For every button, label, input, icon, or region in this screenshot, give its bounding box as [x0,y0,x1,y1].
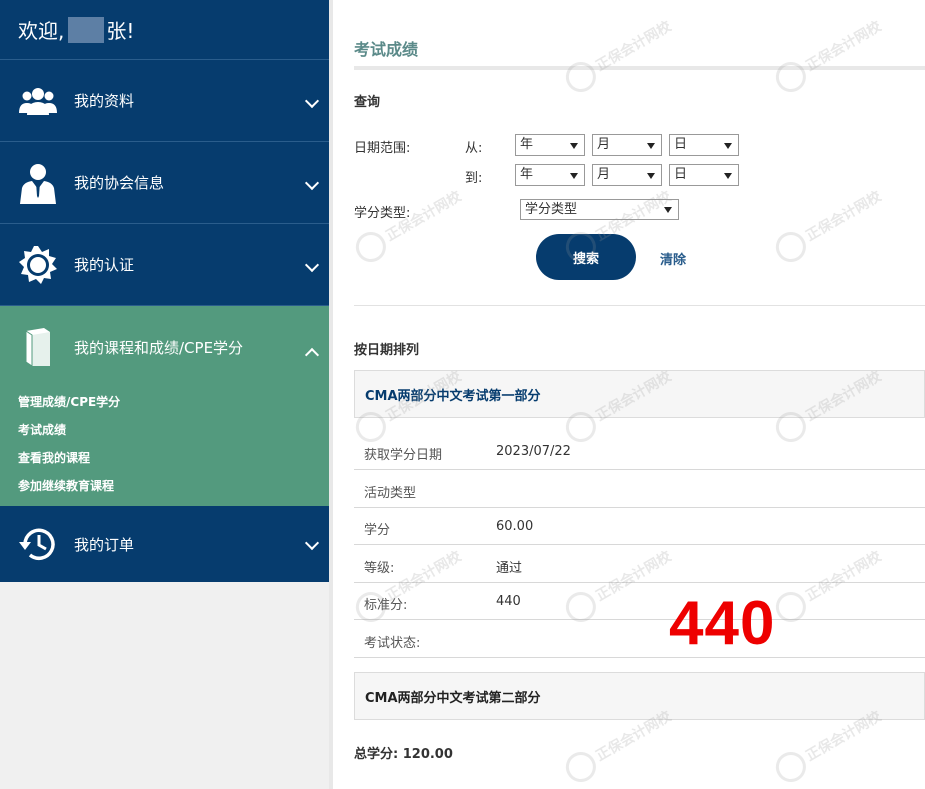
nav-courses-credits[interactable]: 我的课程和成绩/CPE学分 [0,306,329,388]
row-value: 440 [496,594,521,609]
row-key: 获取学分日期 [364,448,443,463]
page-title: 考试成绩 [354,40,419,59]
exam-header-part2[interactable]: CMA两部分中文考试第二部分 [354,672,925,720]
from-label: 从: [465,141,483,156]
total-credits: 总学分: 120.00 [354,747,453,762]
welcome-suffix: 张! [106,19,135,43]
row-value: 通过 [496,561,523,576]
row-value: 2023/07/22 [496,444,571,459]
nav-label: 我的协会信息 [74,174,165,192]
to-day-select[interactable]: 日 [669,164,739,186]
badge-icon [18,245,58,285]
history-icon [18,524,58,564]
chevron-down-icon [304,535,320,551]
from-day-select[interactable]: 日 [669,134,739,156]
row-value: 60.00 [496,519,534,534]
nav-label: 我的课程和成绩/CPE学分 [74,338,244,357]
welcome-bar: 欢迎, 张! [0,0,329,60]
to-year-select[interactable]: 年 [515,164,585,186]
row-key: 标准分: [364,598,408,613]
to-month-select[interactable]: 月 [592,164,662,186]
credit-type-select[interactable]: 学分类型 [520,199,679,220]
row-key: 学分 [364,523,391,538]
row-key: 活动类型 [364,486,417,501]
exam-row: 标准分: 440 [354,582,925,620]
exam-header-part1[interactable]: CMA两部分中文考试第一部分 [354,370,925,418]
nav-label: 我的资料 [74,92,135,110]
welcome-prefix: 欢迎, [18,19,65,43]
clear-link[interactable]: 清除 [660,249,686,268]
nav-my-orders[interactable]: 我的订单 [0,506,329,582]
search-button[interactable]: 搜索 [536,234,636,280]
submenu-exam-scores[interactable]: 考试成绩 [0,416,329,444]
to-label: 到: [465,171,483,186]
chevron-down-icon [304,93,320,109]
nav-certification[interactable]: 我的认证 [0,224,329,306]
nav-label: 我的认证 [74,256,135,274]
chevron-up-icon [304,347,320,363]
users-icon [18,81,58,121]
query-title: 查询 [354,95,381,110]
exam-row: 考试状态: [354,620,925,658]
title-divider [354,66,925,70]
main-content: 考试成绩 查询 日期范围: 从: 到: 年 月 日 年 月 日 学分类型: 学分… [333,0,925,789]
row-key: 考试状态: [364,636,421,651]
nav-association-info[interactable]: 我的协会信息 [0,142,329,224]
book-icon [18,327,58,367]
masked-name [68,16,105,43]
credit-type-label: 学分类型: [354,206,411,221]
chevron-down-icon [304,257,320,273]
date-range-label: 日期范围: [354,141,411,156]
person-icon [18,163,58,204]
exam-row: 等级: 通过 [354,545,925,583]
chevron-down-icon [304,175,320,191]
sort-title: 按日期排列 [354,343,420,358]
exam-row: 获取学分日期 2023/07/22 [354,432,925,470]
nav-my-profile[interactable]: 我的资料 [0,60,329,142]
section-divider [354,305,925,306]
exam-row: 活动类型 [354,470,925,508]
submenu-view-courses[interactable]: 查看我的课程 [0,444,329,472]
submenu-manage-credits[interactable]: 管理成绩/CPE学分 [0,388,329,416]
nav-label: 我的订单 [74,535,135,554]
sidebar: 欢迎, 张! 我的资料 我的协会信息 我的认证 我的课程和成绩/CPE学分 管理… [0,0,329,789]
courses-submenu: 管理成绩/CPE学分 考试成绩 查看我的课程 参加继续教育课程 [0,388,329,506]
submenu-cpe-courses[interactable]: 参加继续教育课程 [0,472,329,500]
score-highlight: 440 [669,589,776,658]
from-month-select[interactable]: 月 [592,134,662,156]
from-year-select[interactable]: 年 [515,134,585,156]
row-key: 等级: [364,561,395,576]
exam-row: 学分 60.00 [354,507,925,545]
